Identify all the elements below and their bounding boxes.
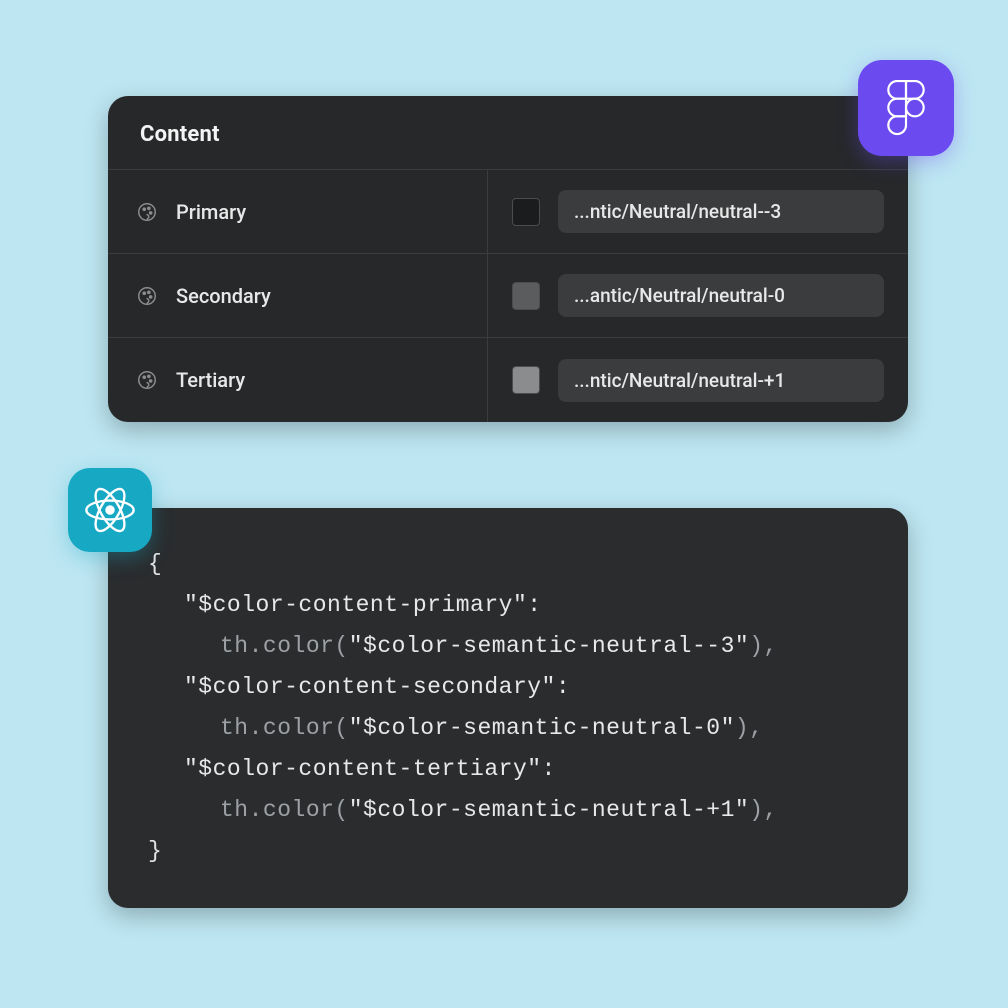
code-value-line: th.color("$color-semantic-neutral-+1"),: [148, 790, 872, 831]
react-icon: [84, 484, 136, 536]
code-key-line: "$color-content-tertiary":: [148, 749, 872, 790]
palette-icon: [136, 285, 158, 307]
code-brace-close: }: [148, 831, 872, 872]
row-right: ...antic/Neutral/neutral-0: [488, 254, 908, 337]
variable-row-primary[interactable]: Primary ...ntic/Neutral/neutral--3: [108, 170, 908, 254]
color-swatch[interactable]: [512, 282, 540, 310]
row-left: Tertiary: [108, 338, 488, 422]
variable-row-secondary[interactable]: Secondary ...antic/Neutral/neutral-0: [108, 254, 908, 338]
token-reference[interactable]: ...ntic/Neutral/neutral--3: [558, 190, 884, 233]
token-reference[interactable]: ...antic/Neutral/neutral-0: [558, 274, 884, 317]
row-left: Secondary: [108, 254, 488, 337]
figma-logo-badge: [858, 60, 954, 156]
row-left: Primary: [108, 170, 488, 253]
code-value-line: th.color("$color-semantic-neutral--3"),: [148, 626, 872, 667]
code-key-line: "$color-content-primary":: [148, 585, 872, 626]
palette-icon: [136, 369, 158, 391]
code-value-line: th.color("$color-semantic-neutral-0"),: [148, 708, 872, 749]
canvas: Content Primary ...ntic/Neutral/neutral-…: [0, 0, 1008, 1008]
react-logo-badge: [68, 468, 152, 552]
variable-name: Primary: [176, 200, 246, 224]
panel-title: Content: [140, 122, 876, 147]
code-brace-open: {: [148, 544, 872, 585]
code-key-line: "$color-content-secondary":: [148, 667, 872, 708]
color-swatch[interactable]: [512, 198, 540, 226]
figma-variables-panel: Content Primary ...ntic/Neutral/neutral-…: [108, 96, 908, 422]
code-snippet-panel: { "$color-content-primary": th.color("$c…: [108, 508, 908, 908]
row-right: ...ntic/Neutral/neutral-+1: [488, 338, 908, 422]
variable-name: Secondary: [176, 284, 271, 308]
panel-header: Content: [108, 96, 908, 170]
color-swatch[interactable]: [512, 366, 540, 394]
figma-icon: [887, 80, 925, 136]
variable-row-tertiary[interactable]: Tertiary ...ntic/Neutral/neutral-+1: [108, 338, 908, 422]
token-reference[interactable]: ...ntic/Neutral/neutral-+1: [558, 359, 884, 402]
variable-name: Tertiary: [176, 368, 245, 392]
row-right: ...ntic/Neutral/neutral--3: [488, 170, 908, 253]
palette-icon: [136, 201, 158, 223]
